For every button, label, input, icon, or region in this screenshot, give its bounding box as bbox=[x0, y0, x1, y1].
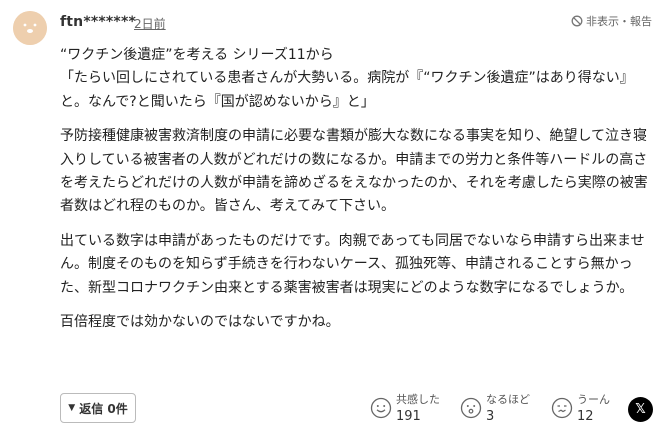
comment-paragraph: 出ている数字は申請があったものだけです。肉親であっても同居でないなら申請すら出来… bbox=[60, 232, 645, 296]
comment-body: “ワクチン後遺症”を考える シリーズ11から 「たらい回しにされている患者さんが… bbox=[60, 44, 654, 334]
reply-label: 返信 0件 bbox=[79, 401, 128, 416]
share-x-button[interactable]: 𝕏 bbox=[628, 397, 653, 422]
reaction-count: 12 bbox=[577, 409, 594, 424]
comment-paragraph: 予防接種健康被害救済制度の申請に必要な書類が膨大な数になる事実を知り、絶望して泣… bbox=[60, 128, 648, 215]
comment-paragraph: 百倍程度では効かないのではないですかね。 bbox=[60, 314, 340, 331]
reply-toggle-button[interactable]: ▼ 返信 0件 bbox=[60, 393, 136, 423]
comment-paragraph: “ワクチン後遺症”を考える シリーズ11から 「たらい回しにされている患者さんが… bbox=[60, 47, 634, 110]
insightful-face-icon bbox=[460, 397, 482, 419]
insightful-button[interactable]: なるほど 3 bbox=[460, 392, 530, 425]
empathy-face-icon bbox=[370, 397, 392, 419]
report-label: 非表示・報告 bbox=[586, 15, 652, 28]
reaction-label: 共感した bbox=[396, 393, 440, 406]
reaction-label: うーん bbox=[577, 393, 610, 406]
reaction-count: 191 bbox=[396, 409, 421, 424]
triangle-down-icon: ▼ bbox=[68, 403, 76, 413]
x-logo-icon: 𝕏 bbox=[635, 402, 646, 417]
hide-report-button[interactable]: 非表示・報告 bbox=[571, 13, 652, 29]
reaction-label: なるほど bbox=[486, 393, 530, 406]
post-date[interactable]: 2日前 bbox=[134, 15, 166, 32]
reaction-count: 3 bbox=[486, 409, 495, 424]
hmm-button[interactable]: うーん 12 bbox=[551, 392, 610, 425]
avatar[interactable] bbox=[13, 11, 47, 45]
hmm-face-icon bbox=[551, 397, 573, 419]
user-avatar-icon bbox=[13, 11, 47, 45]
empathy-button[interactable]: 共感した 191 bbox=[370, 392, 440, 425]
user-name[interactable]: ftn******* bbox=[60, 14, 136, 30]
prohibited-icon bbox=[571, 15, 583, 27]
